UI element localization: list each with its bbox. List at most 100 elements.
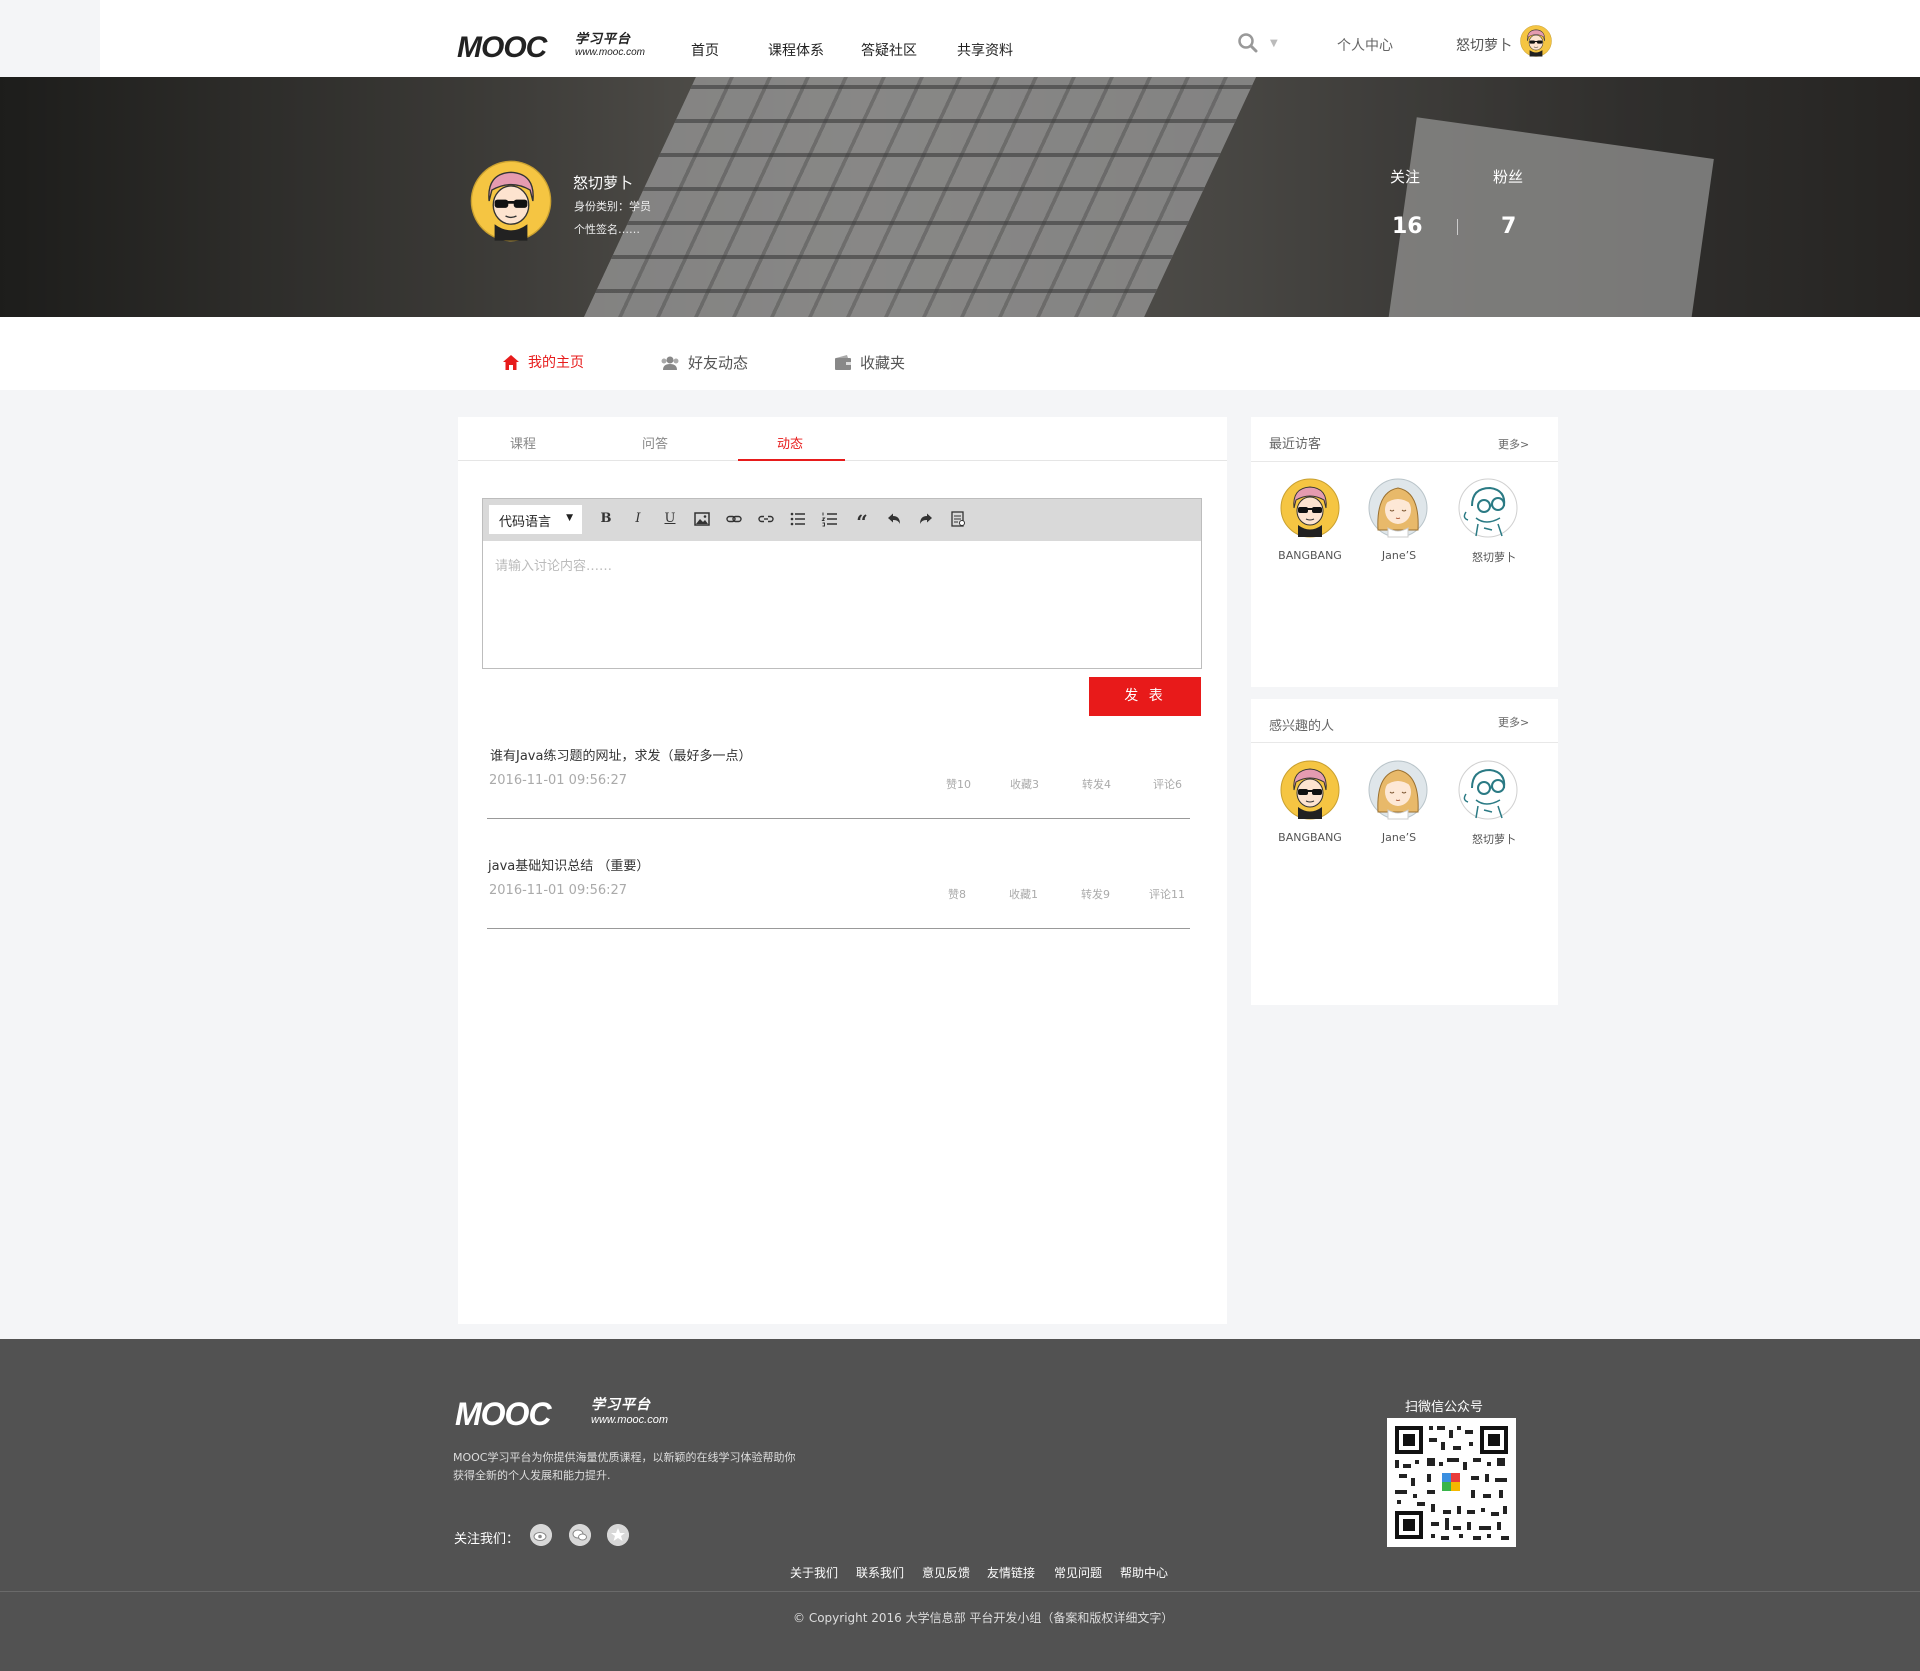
- bullet-list-icon[interactable]: [789, 510, 807, 528]
- interested-name[interactable]: Jane’S: [1354, 831, 1444, 844]
- image-icon[interactable]: [693, 510, 711, 528]
- fans-label[interactable]: 粉丝: [1493, 166, 1523, 187]
- link-icon[interactable]: [725, 510, 743, 528]
- tab-label: 好友动态: [688, 354, 749, 372]
- footer-link-feedback[interactable]: 意见反馈: [922, 1564, 970, 1581]
- footer-link-about[interactable]: 关于我们: [790, 1564, 838, 1581]
- footer-logo-cn: 学习平台: [591, 1396, 651, 1412]
- follow-us-label: 关注我们：: [454, 1532, 520, 1547]
- interested-people-title: 感兴趣的人: [1269, 719, 1335, 734]
- footer-link-faq[interactable]: 常见问题: [1054, 1564, 1102, 1581]
- tab-label: 我的主页: [528, 355, 584, 371]
- active-subtab-underline: [738, 459, 845, 461]
- interested-avatar[interactable]: [1280, 760, 1340, 820]
- bold-icon[interactable]: B: [597, 510, 615, 528]
- post-favorites[interactable]: 收藏1: [1009, 886, 1038, 902]
- visitor-name[interactable]: Jane’S: [1354, 549, 1444, 562]
- editor-toolbar: [483, 499, 1201, 541]
- card-divider: [1251, 742, 1558, 743]
- personal-center-link[interactable]: 个人中心: [1337, 35, 1393, 55]
- copyright: © Copyright 2016 大学信息部 平台开发小组（备案和版权详细文字）: [793, 1611, 1174, 1625]
- profile-identity: 身份类别：学员: [574, 200, 651, 213]
- post-shares[interactable]: 转发4: [1082, 776, 1111, 792]
- interested-people-more-link[interactable]: 更多>: [1498, 714, 1529, 730]
- qzone-icon[interactable]: [607, 1524, 629, 1546]
- wallet-icon: [835, 354, 851, 370]
- code-language-label: 代码语言: [499, 515, 552, 530]
- qr-code-image: [1387, 1418, 1516, 1547]
- interested-avatar[interactable]: [1458, 760, 1518, 820]
- header-avatar[interactable]: [1520, 25, 1552, 57]
- footer-description: 获得全新的个人发展和能力提升.: [453, 1469, 611, 1482]
- wechat-qr-code: [1387, 1418, 1516, 1547]
- follow-count[interactable]: 16: [1392, 214, 1423, 239]
- underline-icon[interactable]: U: [661, 510, 679, 528]
- quote-icon[interactable]: “: [853, 510, 871, 534]
- footer-description: MOOC学习平台为你提供海量优质课程，以新颖的在线学习体验帮助你: [453, 1451, 796, 1464]
- code-icon[interactable]: [949, 510, 967, 528]
- logo-url: www.mooc.com: [575, 47, 646, 58]
- post-comments[interactable]: 评论6: [1153, 776, 1182, 792]
- interested-avatar[interactable]: [1368, 760, 1428, 820]
- header-left-strip: [0, 0, 100, 77]
- tab-my-home[interactable]: 我的主页: [502, 352, 584, 372]
- interested-name[interactable]: BANGBANG: [1265, 831, 1355, 844]
- subtab-courses[interactable]: 课程: [510, 433, 536, 452]
- fans-count[interactable]: 7: [1501, 214, 1516, 239]
- profile-name: 怒切萝卜: [573, 174, 634, 192]
- visitor-avatar[interactable]: [1368, 478, 1428, 538]
- search-icon[interactable]: [1238, 33, 1258, 53]
- caret-down-icon[interactable]: ▼: [1270, 38, 1278, 49]
- weibo-icon[interactable]: [530, 1524, 552, 1546]
- post-divider: [487, 818, 1190, 819]
- visitor-name[interactable]: 怒切萝卜: [1449, 549, 1539, 565]
- home-icon: [503, 354, 519, 370]
- footer-logo[interactable]: MOOC 学习平台 www.mooc.com: [455, 1397, 668, 1430]
- nav-qa-community[interactable]: 答疑社区: [861, 40, 917, 60]
- footer-link-contact[interactable]: 联系我们: [856, 1564, 904, 1581]
- undo-icon[interactable]: [885, 510, 903, 528]
- profile-avatar[interactable]: [470, 160, 552, 242]
- post-shares[interactable]: 转发9: [1081, 886, 1110, 902]
- footer-link-help[interactable]: 帮助中心: [1120, 1564, 1168, 1581]
- footer-link-friends[interactable]: 友情链接: [987, 1564, 1035, 1581]
- post-favorites[interactable]: 收藏3: [1010, 776, 1039, 792]
- post-comments[interactable]: 评论11: [1149, 886, 1185, 902]
- follow-label[interactable]: 关注: [1390, 166, 1420, 187]
- post-title[interactable]: java基础知识总结 （重要）: [488, 855, 649, 874]
- italic-icon[interactable]: I: [629, 510, 647, 528]
- numbered-list-icon[interactable]: [821, 510, 839, 528]
- nav-courses[interactable]: 课程体系: [768, 40, 824, 60]
- friends-icon: [661, 356, 679, 370]
- post-likes[interactable]: 赞10: [946, 776, 971, 792]
- header-username[interactable]: 怒切萝卜: [1456, 35, 1512, 55]
- post-date: 2016-11-01 09:56:27: [489, 773, 628, 788]
- qr-label: 扫微信公众号: [1405, 1400, 1484, 1415]
- nav-home[interactable]: 首页: [691, 40, 719, 60]
- post-likes[interactable]: 赞8: [948, 886, 966, 902]
- visitor-avatar[interactable]: [1458, 478, 1518, 538]
- subtab-activity[interactable]: 动态: [777, 433, 803, 452]
- footer-logo-url: www.mooc.com: [591, 1414, 669, 1426]
- subtab-qa[interactable]: 问答: [642, 433, 668, 452]
- site-logo[interactable]: MOOC 学习平台 www.mooc.com: [457, 31, 645, 64]
- post-button[interactable]: 发 表: [1089, 677, 1201, 716]
- interested-name[interactable]: 怒切萝卜: [1449, 831, 1539, 847]
- interested-people-card: [1251, 699, 1558, 1005]
- visitor-name[interactable]: BANGBANG: [1265, 549, 1355, 562]
- card-divider: [1251, 461, 1558, 462]
- visitor-avatar[interactable]: [1280, 478, 1340, 538]
- profile-tabs-bar: [0, 317, 1920, 390]
- recent-visitors-more-link[interactable]: 更多>: [1498, 436, 1529, 452]
- top-header: [0, 0, 1920, 77]
- redo-icon[interactable]: [917, 510, 935, 528]
- tab-friends-activity[interactable]: 好友动态: [660, 352, 748, 373]
- unlink-icon[interactable]: [757, 510, 775, 528]
- tab-favorites[interactable]: 收藏夹: [834, 352, 905, 373]
- code-language-select[interactable]: 代码语言 ▼: [489, 505, 582, 534]
- post-title[interactable]: 谁有Java练习题的网址，求发（最好多一点）: [490, 745, 751, 764]
- stats-divider: [1457, 219, 1458, 235]
- wechat-icon[interactable]: [569, 1524, 591, 1546]
- logo-text: MOOC: [457, 31, 547, 64]
- nav-shared-resources[interactable]: 共享资料: [957, 40, 1013, 60]
